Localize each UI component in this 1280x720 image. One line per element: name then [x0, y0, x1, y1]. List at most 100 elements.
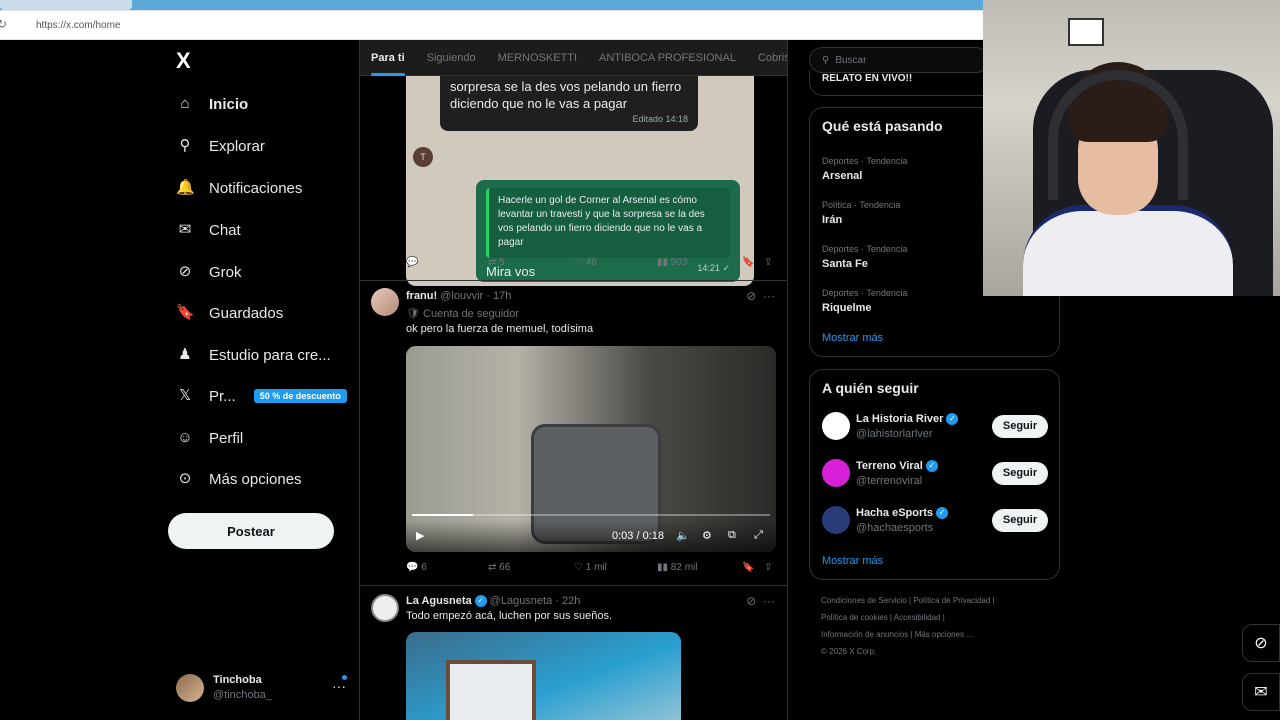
pip-icon[interactable]: ⧉ — [728, 529, 736, 542]
trend-item[interactable]: Irán — [822, 214, 842, 226]
reply-action[interactable]: 💬 6 — [406, 562, 427, 573]
profile-icon: ☺ — [177, 429, 193, 446]
bookmark-icon[interactable]: 🔖 — [742, 562, 754, 573]
volume-icon[interactable]: 🔈 — [676, 529, 690, 542]
sidebar-item-9[interactable]: ☺ Perfil — [176, 423, 243, 453]
tweet-image[interactable] — [406, 632, 681, 720]
headset — [1048, 70, 1188, 200]
tweet-video[interactable]: ▶ 0:03 / 0:18 🔈 ⚙ ⧉ ⤢ — [406, 346, 776, 552]
verified-icon: ✓ — [936, 507, 949, 520]
follow-button[interactable]: Seguir — [992, 509, 1048, 532]
trend-category: Deportes · Tendencia — [822, 156, 908, 166]
follow-button[interactable]: Seguir — [992, 415, 1048, 438]
repost-action[interactable]: ⇄ 5 — [488, 257, 505, 268]
avatar[interactable] — [371, 288, 399, 316]
sidebar-item-1[interactable]: ⌂ Inicio — [176, 89, 248, 119]
repost-action[interactable]: ⇄ 66 — [488, 562, 510, 573]
tweet-options[interactable]: ⊘ ··· — [746, 289, 775, 303]
trend-item[interactable]: Riquelme — [822, 302, 872, 314]
grok-icon[interactable]: ⊘ — [746, 594, 756, 608]
more-icon[interactable]: ··· — [763, 594, 775, 608]
sidebar-item-5[interactable]: ⊘ Grok — [176, 257, 242, 287]
play-icon[interactable]: ▶ — [416, 529, 424, 542]
tweet-options[interactable]: ⊘ ··· — [746, 594, 775, 608]
follow-suggestion-name[interactable]: La Historia River ✓ — [856, 413, 959, 426]
avatar[interactable] — [822, 412, 850, 440]
reload-icon[interactable]: ↻ — [0, 17, 7, 31]
sidebar-item-4[interactable]: ✉ Chat — [176, 215, 241, 245]
footer-links[interactable]: Condiciones de Servicio | Política de Pr… — [821, 596, 995, 605]
more-icon[interactable]: ··· — [332, 678, 346, 694]
like-count: 46 — [585, 257, 597, 268]
grok-icon[interactable]: ⊘ — [1242, 624, 1280, 662]
views-action[interactable]: ▮▮ 903 — [657, 257, 687, 268]
main-feed[interactable]: sorpresa se la des vos pelando un fierro… — [359, 40, 788, 720]
post-button[interactable]: Postear — [168, 513, 334, 549]
trends-show-more[interactable]: Mostrar más — [822, 332, 883, 344]
follow-suggestion-name[interactable]: Hacha eSports ✓ — [856, 507, 949, 520]
address-bar[interactable]: ↻ https://x.com/home — [0, 11, 983, 39]
sidebar-item-label: Perfil — [209, 429, 244, 447]
tab-5[interactable]: Cobris — [758, 40, 787, 76]
sidebar-item-7[interactable]: ♟ Estudio para cre... — [176, 340, 330, 370]
x-premium-icon: 𝕏 — [178, 387, 192, 404]
sidebar-item-3[interactable]: 🔔 Notificaciones — [176, 173, 302, 203]
video-progress-bar[interactable] — [412, 514, 770, 516]
fullscreen-icon[interactable]: ⤢ — [754, 529, 763, 542]
tab-3[interactable]: MERNOSKETTI — [498, 40, 577, 76]
footer-links[interactable]: Información de anuncios | Más opciones .… — [821, 630, 973, 639]
sidebar-item-label: Chat — [209, 221, 241, 239]
trend-item[interactable]: Arsenal — [822, 170, 862, 182]
x-logo-icon[interactable]: X — [176, 48, 191, 74]
tab-2[interactable]: Siguiendo — [427, 40, 476, 76]
sidebar-item-2[interactable]: ⚲ Explorar — [176, 131, 265, 161]
settings-icon[interactable]: ⚙ — [702, 529, 712, 542]
like-action[interactable]: ♡ 46 — [574, 257, 597, 268]
sidebar-item-label: Más opciones — [209, 470, 302, 488]
sidebar-item-10[interactable]: ⊙ Más opciones — [176, 464, 302, 494]
share-icon[interactable]: ⇪ — [764, 257, 772, 268]
sidebar-item-label: Explorar — [209, 137, 265, 155]
more-options-icon: ⊙ — [178, 470, 192, 487]
mail-icon[interactable]: ✉ — [1242, 673, 1280, 711]
sidebar-item-6[interactable]: 🔖 Guardados — [176, 298, 283, 328]
footer-links[interactable]: Política de cookies | Accesibilidad | — [821, 613, 945, 622]
views-action[interactable]: ▮▮ 82 mil — [657, 562, 697, 573]
reply-icon[interactable]: 💬 — [406, 257, 418, 268]
premium-discount-badge[interactable]: 50 % de descuento — [253, 389, 347, 403]
more-icon[interactable]: ··· — [763, 289, 775, 303]
trend-category: Deportes · Tendencia — [822, 288, 908, 298]
share-icon[interactable]: ⇪ — [764, 562, 772, 573]
avatar[interactable] — [176, 674, 204, 702]
sidebar-item-8[interactable]: 𝕏 Pr... 50 % de descuento — [176, 381, 347, 411]
avatar[interactable] — [822, 459, 850, 487]
feed-tabs: Para ti Siguiendo MERNOSKETTI ANTIBOCA PROF… — [360, 40, 787, 76]
account-name: Tinchoba — [213, 674, 262, 686]
mail-icon: ✉ — [178, 221, 192, 238]
follow-suggestion-name[interactable]: Terreno Viral ✓ — [856, 460, 938, 473]
tweet-actions: 💬 6 ⇄ 66 ♡ 1 mil ▮▮ 82 mil 🔖 ⇪ — [406, 562, 778, 578]
tab-4[interactable]: ANTIBOCA PROFESIONAL — [599, 40, 736, 76]
tab-1[interactable]: Para ti — [371, 40, 405, 76]
like-action[interactable]: ♡ 1 mil — [574, 562, 607, 573]
avatar[interactable] — [822, 506, 850, 534]
account-switcher[interactable]: Tinchoba @tinchoba_ ··· — [176, 670, 347, 710]
trend-category: Política · Tendencia — [822, 200, 901, 210]
creator-studio-icon: ♟ — [178, 346, 192, 363]
footer-links[interactable]: © 2026 X Corp. — [821, 647, 876, 656]
divider — [360, 585, 787, 586]
tweet-author-name[interactable]: La Agusneta — [406, 595, 472, 607]
url-text[interactable]: https://x.com/home — [36, 20, 120, 31]
avatar[interactable] — [371, 594, 399, 622]
browser-tab-active[interactable] — [0, 0, 132, 10]
follow-show-more[interactable]: Mostrar más — [822, 555, 883, 567]
tweet-meta[interactable]: @Lagusneta · 22h — [490, 595, 581, 607]
tweet-image-chat-screenshot[interactable]: sorpresa se la des vos pelando un fierro… — [406, 76, 754, 286]
trend-item[interactable]: Santa Fe — [822, 258, 868, 270]
bookmark-icon[interactable]: 🔖 — [742, 257, 754, 268]
tweet-meta[interactable]: @louvvir · 17h — [440, 290, 511, 302]
tweet-author-name[interactable]: franu! — [406, 290, 437, 302]
grok-icon[interactable]: ⊘ — [746, 289, 756, 303]
follow-suggestion-handle: @terrenoviral — [856, 475, 923, 487]
follow-button[interactable]: Seguir — [992, 462, 1048, 485]
